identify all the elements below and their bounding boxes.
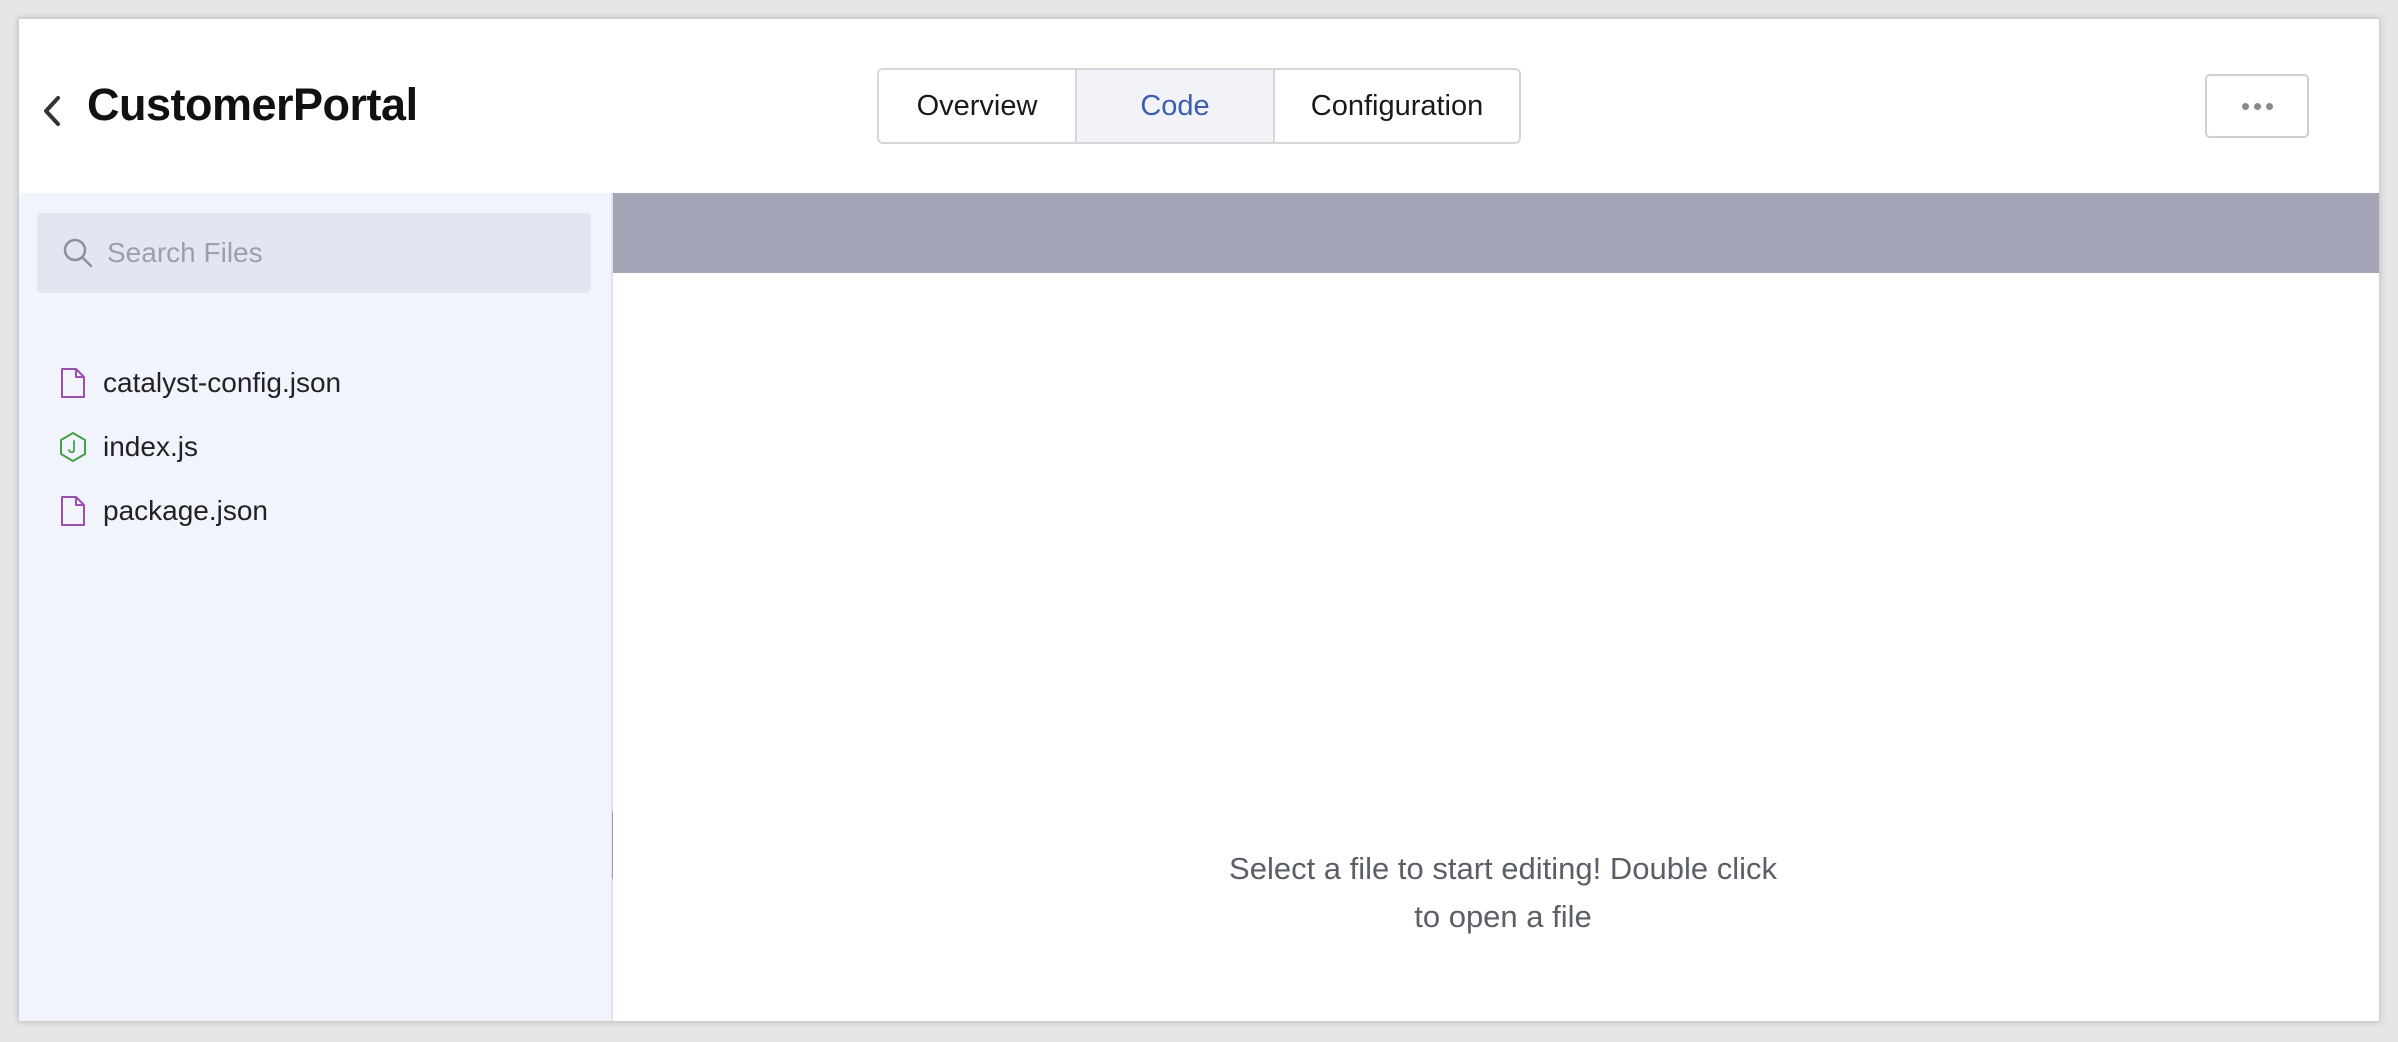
search-input[interactable]: Search Files (37, 213, 591, 293)
file-name: catalyst-config.json (103, 367, 342, 398)
file-icon (59, 494, 87, 528)
chevron-left-icon (44, 96, 60, 126)
empty-state-message: Select a file to start editing! Double c… (1203, 845, 1803, 941)
nodejs-icon (59, 430, 87, 464)
search-icon (61, 235, 97, 271)
file-list: catalyst-config.json index.js package.js… (59, 351, 341, 543)
back-button[interactable] (37, 91, 67, 131)
tab-code[interactable]: Code (1077, 70, 1275, 142)
file-item-catalyst-config[interactable]: catalyst-config.json (59, 351, 341, 415)
empty-state-line-1: Select a file to start editing! Double c… (1229, 851, 1777, 886)
more-options-button[interactable] (2205, 74, 2309, 138)
file-item-index-js[interactable]: index.js (59, 415, 341, 479)
tab-configuration[interactable]: Configuration (1275, 70, 1519, 142)
tab-group: Overview Code Configuration (877, 68, 1521, 144)
file-name: package.json (103, 495, 269, 526)
empty-state-line-2: to open a file (1414, 899, 1592, 934)
header: CustomerPortal Overview Code Configurati… (19, 19, 2379, 193)
tab-overview[interactable]: Overview (879, 70, 1077, 142)
app-window: CustomerPortal Overview Code Configurati… (18, 18, 2380, 1022)
more-dots-icon (2241, 102, 2249, 110)
editor-tab-bar (613, 193, 2379, 273)
file-icon (59, 366, 87, 400)
file-item-package-json[interactable]: package.json (59, 479, 341, 543)
search-placeholder: Search Files (107, 237, 263, 268)
file-name: index.js (103, 431, 198, 462)
file-sidebar: Search Files catalyst-config.json index.… (19, 193, 613, 1021)
editor-area: Select a file to start editing! Double c… (613, 193, 2379, 1021)
page-title: CustomerPortal (87, 79, 418, 130)
